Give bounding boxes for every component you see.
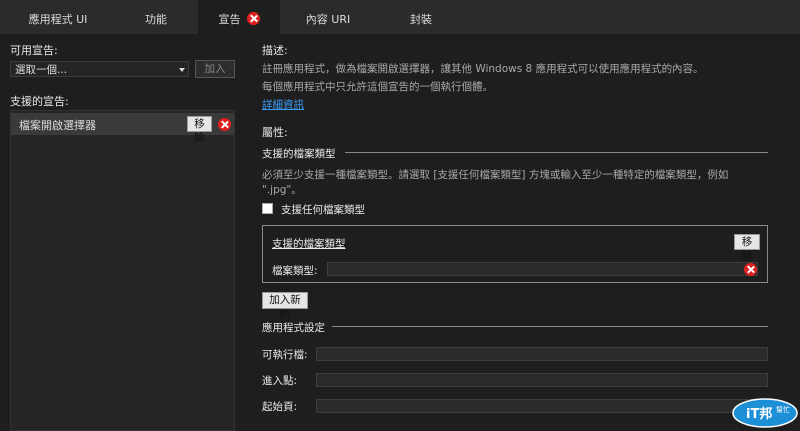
ithome-logo: iT邦 幫忙: [732, 398, 798, 428]
supported-file-types-section: 支援的檔案類型: [262, 148, 336, 160]
supported-declarations-label: 支援的宣告:: [10, 95, 69, 108]
svg-text:幫忙: 幫忙: [776, 405, 790, 414]
add-declaration-button[interactable]: 加入: [195, 60, 235, 78]
any-file-type-label: 支援任何檔案類型: [281, 204, 365, 216]
help-text-2: ".jpg"。: [262, 184, 302, 196]
tab-capabilities[interactable]: 功能: [128, 0, 184, 34]
file-type-label: 檔案類型:: [272, 265, 318, 277]
svg-text:iT邦: iT邦: [746, 406, 772, 422]
description-text: 註冊應用程式，做為檔案開啟選擇器，讓其他 Windows 8 應用程式可以使用應…: [262, 63, 704, 75]
properties-heading: 屬性:: [262, 126, 288, 139]
tab-application-ui[interactable]: 應用程式 UI: [18, 0, 98, 34]
section-divider: [332, 326, 768, 327]
error-icon: [218, 118, 231, 131]
app-settings-section: 應用程式設定: [262, 322, 325, 334]
tab-packaging[interactable]: 封裝: [398, 0, 444, 34]
section-divider: [345, 152, 768, 153]
add-new-button[interactable]: 加入新的: [262, 292, 308, 321]
help-text: 必須至少支援一種檔案類型。請選取 [支援任何檔案類型] 方塊或輸入至少一種特定的…: [262, 169, 729, 181]
remove-file-type-button[interactable]: 移除: [734, 234, 760, 262]
remove-declaration-button[interactable]: 移除: [187, 116, 212, 144]
chevron-down-icon: [179, 68, 185, 72]
start-page-input[interactable]: [316, 399, 768, 413]
any-file-type-checkbox[interactable]: [262, 203, 273, 214]
close-tab-icon[interactable]: [246, 12, 260, 25]
declaration-select[interactable]: 選取一個...: [10, 61, 189, 77]
description-heading: 描述:: [262, 44, 288, 57]
description-text-2: 每個應用程式中只允許這個宣告的一個執行個體。: [262, 81, 493, 93]
more-info-link[interactable]: 詳細資訊: [262, 97, 304, 112]
file-type-input[interactable]: [327, 262, 758, 276]
file-type-group-title: 支援的檔案類型: [272, 238, 346, 250]
entry-point-label: 進入點:: [262, 375, 298, 387]
executable-input[interactable]: [316, 347, 768, 361]
tab-declarations[interactable]: 宣告: [198, 0, 280, 34]
file-type-group: 支援的檔案類型 移除 檔案類型:: [262, 225, 768, 283]
tab-content-uris[interactable]: 內容 URI: [296, 0, 360, 34]
executable-label: 可執行檔:: [262, 349, 308, 361]
declaration-select-value: 選取一個...: [15, 64, 68, 76]
list-item[interactable]: 檔案開啟選擇器 移除: [11, 113, 234, 144]
start-page-label: 起始頁:: [262, 401, 298, 413]
error-icon: [744, 263, 757, 276]
available-declarations-label: 可用宣告:: [10, 44, 58, 57]
supported-declarations-list: 檔案開啟選擇器 移除: [10, 110, 235, 431]
tab-bar: 應用程式 UI 功能 宣告 內容 URI 封裝: [0, 0, 800, 34]
declaration-name: 檔案開啟選擇器: [19, 119, 96, 132]
entry-point-input[interactable]: [316, 373, 768, 387]
